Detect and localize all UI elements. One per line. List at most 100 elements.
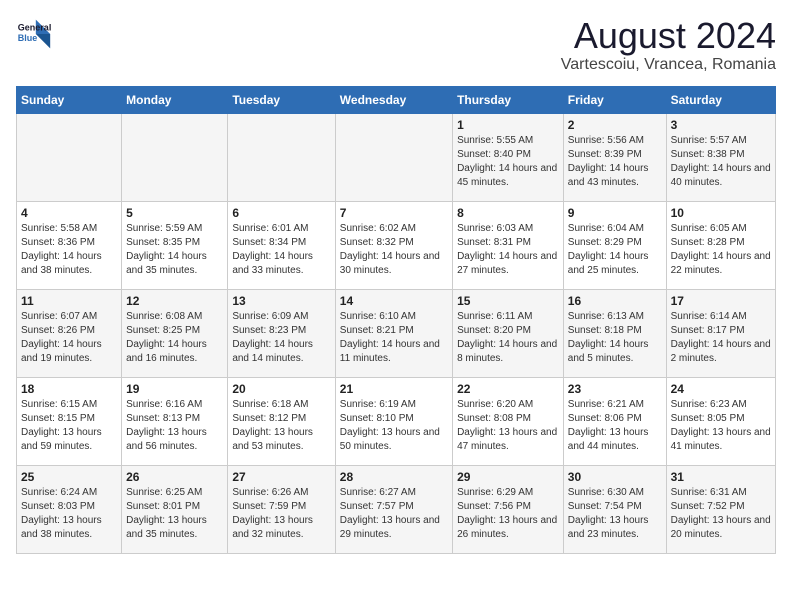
day-number: 15 [457,294,559,308]
day-info: Sunrise: 6:18 AM Sunset: 8:12 PM Dayligh… [232,398,330,454]
day-info: Sunrise: 6:26 AM Sunset: 7:59 PM Dayligh… [232,486,330,542]
calendar-cell: 4 Sunrise: 5:58 AM Sunset: 8:36 PM Daylig… [17,201,122,289]
calendar-cell [335,113,452,201]
day-info: Sunrise: 6:05 AM Sunset: 8:28 PM Dayligh… [671,222,771,278]
weekday-header: Monday [122,86,228,113]
calendar-cell: 1 Sunrise: 5:55 AM Sunset: 8:40 PM Daylig… [453,113,564,201]
day-info: Sunrise: 6:30 AM Sunset: 7:54 PM Dayligh… [568,486,662,542]
day-number: 31 [671,470,771,484]
title-block: August 2024 Vartescoiu, Vrancea, Romania [561,16,776,74]
day-info: Sunrise: 6:02 AM Sunset: 8:32 PM Dayligh… [340,222,448,278]
day-number: 20 [232,382,330,396]
day-info: Sunrise: 5:55 AM Sunset: 8:40 PM Dayligh… [457,134,559,190]
weekday-header: Friday [563,86,666,113]
logo: General Blue [16,16,52,52]
calendar-cell: 22 Sunrise: 6:20 AM Sunset: 8:08 PM Dayli… [453,377,564,465]
svg-text:General: General [18,22,52,32]
calendar-cell: 6Sunrise: 6:01 AM Sunset: 8:34 PM Daylig… [228,201,335,289]
day-info: Sunrise: 6:20 AM Sunset: 8:08 PM Dayligh… [457,398,559,454]
svg-text:Blue: Blue [18,33,38,43]
calendar-cell: 13 Sunrise: 6:09 AM Sunset: 8:23 PM Dayli… [228,289,335,377]
day-info: Sunrise: 6:25 AM Sunset: 8:01 PM Dayligh… [126,486,223,542]
day-number: 5 [126,206,223,220]
day-number: 13 [232,294,330,308]
calendar-cell: 5Sunrise: 5:59 AM Sunset: 8:35 PM Daylig… [122,201,228,289]
day-number: 30 [568,470,662,484]
day-info: Sunrise: 6:09 AM Sunset: 8:23 PM Dayligh… [232,310,330,366]
day-number: 26 [126,470,223,484]
day-info: Sunrise: 6:07 AM Sunset: 8:26 PM Dayligh… [21,310,117,366]
day-number: 18 [21,382,117,396]
day-info: Sunrise: 6:27 AM Sunset: 7:57 PM Dayligh… [340,486,448,542]
main-title: August 2024 [561,16,776,56]
day-info: Sunrise: 6:23 AM Sunset: 8:05 PM Dayligh… [671,398,771,454]
day-number: 6 [232,206,330,220]
calendar-cell: 14 Sunrise: 6:10 AM Sunset: 8:21 PM Dayli… [335,289,452,377]
day-number: 9 [568,206,662,220]
calendar-cell: 9 Sunrise: 6:04 AM Sunset: 8:29 PM Daylig… [563,201,666,289]
day-number: 17 [671,294,771,308]
calendar-week-row: 4 Sunrise: 5:58 AM Sunset: 8:36 PM Daylig… [17,201,776,289]
day-info: Sunrise: 6:29 AM Sunset: 7:56 PM Dayligh… [457,486,559,542]
calendar-week-row: 18Sunrise: 6:15 AM Sunset: 8:15 PM Dayli… [17,377,776,465]
day-info: Sunrise: 6:14 AM Sunset: 8:17 PM Dayligh… [671,310,771,366]
day-info: Sunrise: 6:19 AM Sunset: 8:10 PM Dayligh… [340,398,448,454]
calendar-cell: 3Sunrise: 5:57 AM Sunset: 8:38 PM Daylig… [666,113,775,201]
day-number: 4 [21,206,117,220]
calendar-week-row: 11 Sunrise: 6:07 AM Sunset: 8:26 PM Dayli… [17,289,776,377]
day-number: 11 [21,294,117,308]
weekday-header: Tuesday [228,86,335,113]
calendar-cell: 15Sunrise: 6:11 AM Sunset: 8:20 PM Dayli… [453,289,564,377]
weekday-header: Saturday [666,86,775,113]
day-number: 2 [568,118,662,132]
calendar-table: SundayMondayTuesdayWednesdayThursdayFrid… [16,86,776,554]
calendar-cell: 2Sunrise: 5:56 AM Sunset: 8:39 PM Daylig… [563,113,666,201]
calendar-cell: 12Sunrise: 6:08 AM Sunset: 8:25 PM Dayli… [122,289,228,377]
calendar-cell: 8 Sunrise: 6:03 AM Sunset: 8:31 PM Daylig… [453,201,564,289]
day-number: 19 [126,382,223,396]
calendar-cell: 17 Sunrise: 6:14 AM Sunset: 8:17 PM Dayli… [666,289,775,377]
day-info: Sunrise: 5:58 AM Sunset: 8:36 PM Dayligh… [21,222,117,278]
day-number: 24 [671,382,771,396]
weekday-header: Thursday [453,86,564,113]
day-number: 8 [457,206,559,220]
calendar-cell: 7 Sunrise: 6:02 AM Sunset: 8:32 PM Daylig… [335,201,452,289]
day-info: Sunrise: 6:31 AM Sunset: 7:52 PM Dayligh… [671,486,771,542]
calendar-cell: 19Sunrise: 6:16 AM Sunset: 8:13 PM Dayli… [122,377,228,465]
day-info: Sunrise: 6:13 AM Sunset: 8:18 PM Dayligh… [568,310,662,366]
weekday-header: Sunday [17,86,122,113]
calendar-cell: 21Sunrise: 6:19 AM Sunset: 8:10 PM Dayli… [335,377,452,465]
day-info: Sunrise: 6:10 AM Sunset: 8:21 PM Dayligh… [340,310,448,366]
subtitle: Vartescoiu, Vrancea, Romania [561,56,776,74]
day-number: 7 [340,206,448,220]
weekday-header: Wednesday [335,86,452,113]
calendar-cell: 28Sunrise: 6:27 AM Sunset: 7:57 PM Dayli… [335,465,452,553]
calendar-week-row: 1 Sunrise: 5:55 AM Sunset: 8:40 PM Daylig… [17,113,776,201]
calendar-cell: 29 Sunrise: 6:29 AM Sunset: 7:56 PM Dayli… [453,465,564,553]
calendar-cell: 24 Sunrise: 6:23 AM Sunset: 8:05 PM Dayli… [666,377,775,465]
logo-icon: General Blue [16,16,52,52]
calendar-cell: 26 Sunrise: 6:25 AM Sunset: 8:01 PM Dayli… [122,465,228,553]
calendar-cell [17,113,122,201]
day-number: 22 [457,382,559,396]
day-number: 10 [671,206,771,220]
day-info: Sunrise: 6:04 AM Sunset: 8:29 PM Dayligh… [568,222,662,278]
day-info: Sunrise: 6:24 AM Sunset: 8:03 PM Dayligh… [21,486,117,542]
day-number: 23 [568,382,662,396]
day-number: 1 [457,118,559,132]
day-info: Sunrise: 6:21 AM Sunset: 8:06 PM Dayligh… [568,398,662,454]
day-number: 25 [21,470,117,484]
calendar-cell: 18Sunrise: 6:15 AM Sunset: 8:15 PM Dayli… [17,377,122,465]
calendar-cell [122,113,228,201]
day-info: Sunrise: 6:03 AM Sunset: 8:31 PM Dayligh… [457,222,559,278]
day-number: 14 [340,294,448,308]
day-info: Sunrise: 5:57 AM Sunset: 8:38 PM Dayligh… [671,134,771,190]
calendar-cell: 11 Sunrise: 6:07 AM Sunset: 8:26 PM Dayli… [17,289,122,377]
calendar-week-row: 25 Sunrise: 6:24 AM Sunset: 8:03 PM Dayli… [17,465,776,553]
calendar-header-row: SundayMondayTuesdayWednesdayThursdayFrid… [17,86,776,113]
calendar-cell: 30 Sunrise: 6:30 AM Sunset: 7:54 PM Dayli… [563,465,666,553]
day-number: 16 [568,294,662,308]
day-number: 29 [457,470,559,484]
calendar-cell: 23 Sunrise: 6:21 AM Sunset: 8:06 PM Dayli… [563,377,666,465]
day-info: Sunrise: 6:08 AM Sunset: 8:25 PM Dayligh… [126,310,223,366]
